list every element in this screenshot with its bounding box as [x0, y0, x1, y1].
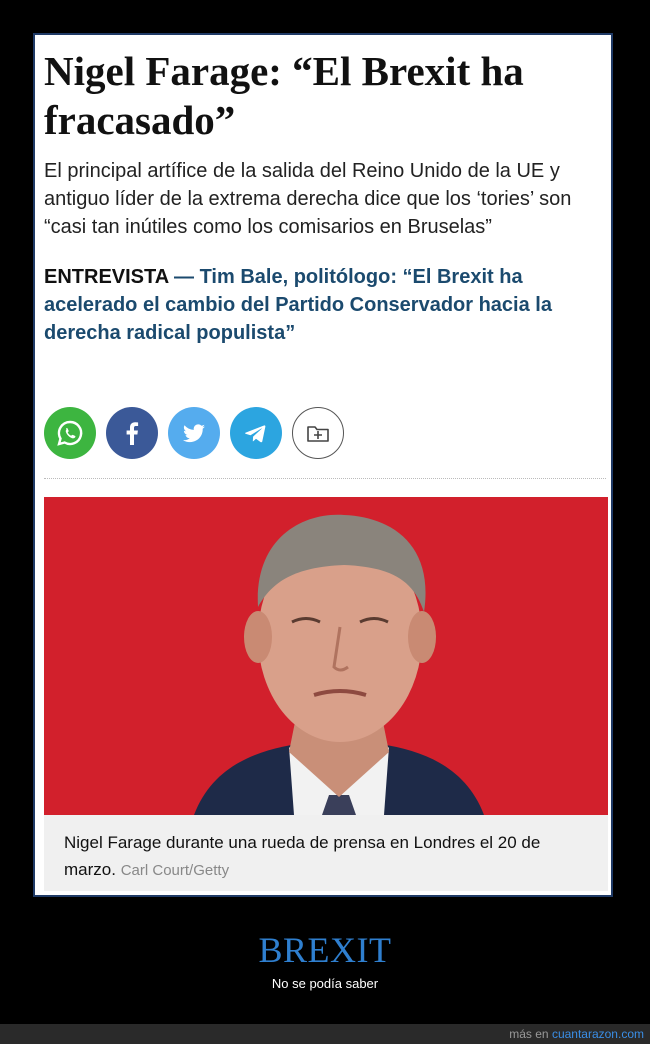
- footer-prefix: más en: [509, 1027, 552, 1041]
- footer-bar: más en cuantarazon.com: [0, 1024, 650, 1044]
- meme-title: BREXIT: [258, 930, 392, 970]
- meme-subtitle: No se podía saber: [271, 976, 379, 991]
- portrait-illustration: [44, 497, 608, 815]
- section-divider: [44, 478, 606, 479]
- article-subheadline: El principal artífice de la salida del R…: [44, 160, 572, 238]
- facebook-share-button[interactable]: [106, 407, 158, 459]
- photo-credit: Carl Court/Getty: [120, 862, 230, 879]
- related-dash: —: [168, 266, 200, 288]
- telegram-share-button[interactable]: [230, 407, 282, 459]
- twitter-icon: [183, 424, 205, 443]
- save-folder-icon: [307, 426, 329, 442]
- related-kicker: ENTREVISTA: [44, 266, 169, 288]
- related-article-link[interactable]: ENTREVISTA — Tim Bale, politólogo: “El B…: [44, 263, 604, 347]
- article-card: Nigel Farage: “El Brexit ha fracasado” E…: [33, 33, 613, 897]
- save-article-button[interactable]: [292, 407, 344, 459]
- facebook-icon: [126, 422, 139, 445]
- article-photo: [44, 497, 608, 815]
- photo-caption: Nigel Farage durante una rueda de prensa…: [44, 815, 608, 891]
- telegram-icon: [245, 425, 266, 443]
- share-buttons: [44, 407, 344, 459]
- footer-site-link[interactable]: cuantarazon.com: [552, 1027, 644, 1041]
- article-headline[interactable]: Nigel Farage: “El Brexit ha fracasado”: [44, 47, 604, 145]
- whatsapp-share-button[interactable]: [44, 407, 96, 459]
- twitter-share-button[interactable]: [168, 407, 220, 459]
- whatsapp-icon: [57, 420, 83, 446]
